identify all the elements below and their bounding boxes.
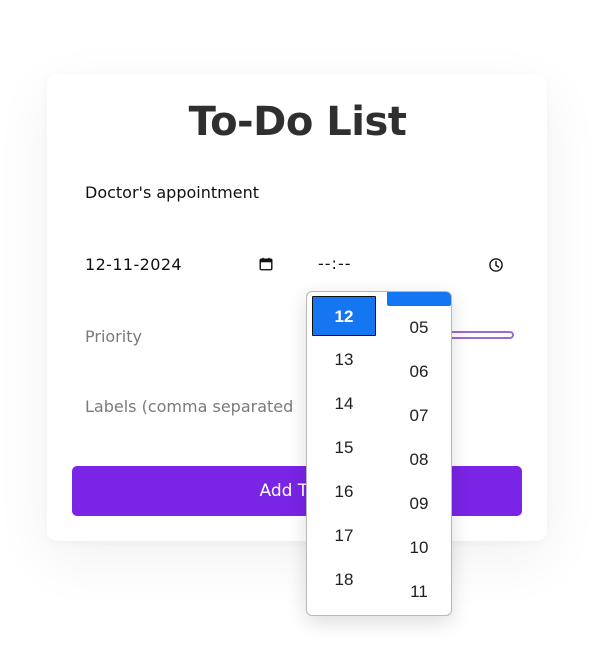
add-task-button[interactable]: Add Task: [72, 466, 522, 516]
date-input[interactable]: 12-11-2024: [85, 255, 182, 275]
minute-option[interactable]: 09: [387, 484, 451, 524]
minute-option[interactable]: 07: [387, 396, 451, 436]
page-title: To-Do List: [188, 99, 407, 145]
minute-option[interactable]: 06: [387, 352, 451, 392]
minute-option[interactable]: 08: [387, 440, 451, 480]
hour-option-selected[interactable]: 12: [312, 296, 376, 336]
time-picker-dropdown[interactable]: 12 13 14 15 16 17 18 05 06 07 08 09 10 1…: [306, 291, 452, 616]
todo-page: To-Do List Doctor's appointment 12-11-20…: [0, 0, 605, 667]
hours-column[interactable]: 12 13 14 15 16 17 18: [307, 292, 379, 615]
priority-label: Priority: [85, 327, 142, 346]
hour-option[interactable]: 15: [312, 428, 376, 468]
clock-icon[interactable]: [488, 257, 504, 273]
minute-option[interactable]: 05: [387, 308, 451, 348]
time-input[interactable]: --:--: [318, 254, 351, 274]
minute-option[interactable]: 11: [387, 572, 451, 612]
minutes-column[interactable]: 05 06 07 08 09 10 11: [379, 292, 451, 615]
hour-option[interactable]: 18: [312, 560, 376, 600]
task-input[interactable]: Doctor's appointment: [85, 183, 259, 203]
labels-input[interactable]: Labels (comma separated: [85, 397, 293, 417]
minute-option[interactable]: 10: [387, 528, 451, 568]
hour-option[interactable]: 14: [312, 384, 376, 424]
hour-option[interactable]: 13: [312, 340, 376, 380]
hour-option[interactable]: 17: [312, 516, 376, 556]
minute-selection-highlight: [387, 292, 451, 306]
hour-option[interactable]: 16: [312, 472, 376, 512]
calendar-icon[interactable]: [259, 257, 273, 271]
